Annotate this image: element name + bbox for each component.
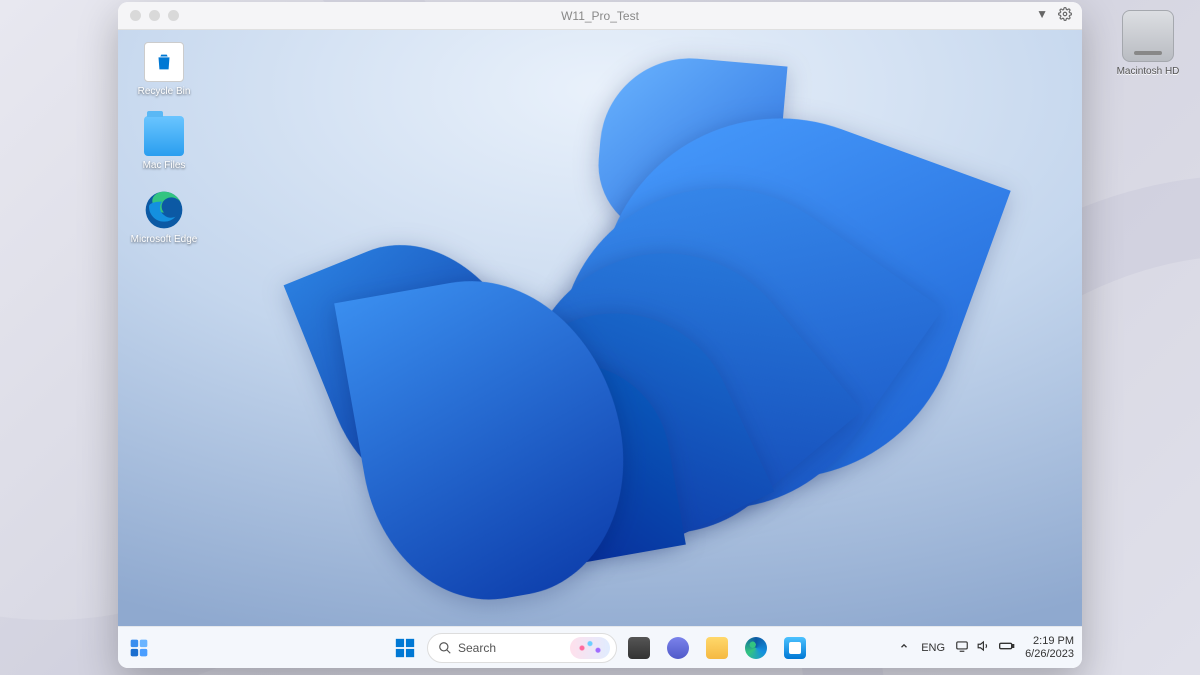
desktop-icon-label: Microsoft Edge	[128, 234, 200, 246]
chat-icon	[667, 637, 689, 659]
taskbar-file-explorer[interactable]	[700, 631, 734, 665]
windows-taskbar: Search ENG 2:19 PM 6/26/2023	[118, 626, 1082, 668]
mac-drive-icon[interactable]: Macintosh HD	[1116, 10, 1180, 77]
desktop-icon-label: Mac Files	[128, 160, 200, 172]
vm-title: W11_Pro_Test	[118, 9, 1082, 23]
store-icon	[784, 637, 806, 659]
tray-overflow-icon[interactable]	[899, 641, 911, 654]
taskbar-store[interactable]	[778, 631, 812, 665]
desktop-icon-edge[interactable]: Microsoft Edge	[128, 190, 200, 246]
vm-titlebar: W11_Pro_Test ▼	[118, 2, 1082, 30]
windows-desktop[interactable]: Recycle Bin Mac Files Microsoft Edge	[118, 30, 1082, 626]
language-indicator[interactable]: ENG	[921, 642, 945, 654]
battery-icon[interactable]	[999, 639, 1015, 656]
desktop-icons-area: Recycle Bin Mac Files Microsoft Edge	[128, 42, 200, 264]
desktop-icon-mac-files[interactable]: Mac Files	[128, 116, 200, 172]
mac-drive-label: Macintosh HD	[1116, 66, 1180, 77]
file-explorer-icon	[706, 637, 728, 659]
search-placeholder: Search	[458, 641, 496, 655]
edge-icon	[745, 637, 767, 659]
fullscreen-button[interactable]	[168, 10, 179, 21]
windows-bloom-wallpaper	[320, 78, 880, 598]
volume-icon[interactable]	[977, 639, 991, 656]
start-button[interactable]	[388, 631, 422, 665]
edge-icon	[144, 190, 184, 230]
search-icon	[438, 641, 452, 655]
taskbar-chat[interactable]	[661, 631, 695, 665]
network-icon[interactable]	[955, 639, 969, 656]
taskbar-search[interactable]: Search	[427, 633, 617, 663]
desktop-icon-label: Recycle Bin	[128, 86, 200, 98]
taskbar-task-view[interactable]	[622, 631, 656, 665]
hard-drive-icon	[1122, 10, 1174, 62]
taskbar-clock[interactable]: 2:19 PM 6/26/2023	[1025, 635, 1074, 660]
close-button[interactable]	[130, 10, 141, 21]
clock-time: 2:19 PM	[1025, 635, 1074, 648]
window-traffic-lights	[118, 10, 179, 21]
search-decoration-icon	[570, 637, 610, 659]
gear-icon[interactable]	[1058, 7, 1072, 24]
minimize-button[interactable]	[149, 10, 160, 21]
taskbar-edge[interactable]	[739, 631, 773, 665]
widgets-button[interactable]	[124, 633, 154, 663]
task-view-icon	[628, 637, 650, 659]
dropdown-icon[interactable]: ▼	[1036, 7, 1048, 24]
vm-window: W11_Pro_Test ▼ Recycle Bin	[118, 2, 1082, 668]
clock-date: 6/26/2023	[1025, 648, 1074, 661]
recycle-bin-icon	[144, 42, 184, 82]
desktop-icon-recycle-bin[interactable]: Recycle Bin	[128, 42, 200, 98]
folder-icon	[144, 116, 184, 156]
system-tray: ENG 2:19 PM 6/26/2023	[899, 635, 1074, 660]
